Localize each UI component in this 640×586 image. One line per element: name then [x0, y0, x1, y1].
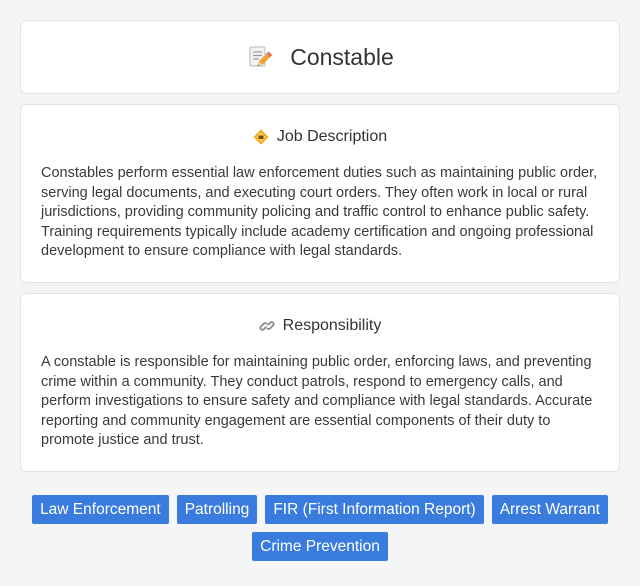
badge-icon: [253, 129, 269, 145]
section-heading: Job Description: [276, 128, 388, 145]
section-heading: Responsibility: [282, 317, 382, 334]
tag-patrolling[interactable]: Patrolling: [176, 495, 258, 524]
tag-arrest-warrant[interactable]: Arrest Warrant: [491, 495, 608, 524]
tag-crime-prevention[interactable]: Crime Prevention: [252, 532, 388, 561]
memo-pencil-icon: [246, 44, 273, 70]
page: Constable Job Description Constables per…: [0, 0, 640, 586]
section-header: Job Description: [41, 127, 599, 147]
page-title: Constable: [290, 43, 394, 70]
section-body: A constable is responsible for maintaini…: [41, 354, 593, 449]
responsibility-card: Responsibility A constable is responsibl…: [20, 293, 620, 472]
link-icon: [259, 318, 275, 334]
tag-fir[interactable]: FIR (First Information Report): [265, 495, 484, 524]
tag-law-enforcement[interactable]: Law Enforcement: [32, 495, 169, 524]
title-card: Constable: [20, 20, 620, 94]
section-body: Constables perform essential law enforce…: [41, 165, 598, 260]
section-header: Responsibility: [41, 316, 599, 336]
job-description-card: Job Description Constables perform essen…: [20, 104, 620, 283]
tag-list: Law Enforcement Patrolling FIR (First In…: [20, 495, 620, 561]
